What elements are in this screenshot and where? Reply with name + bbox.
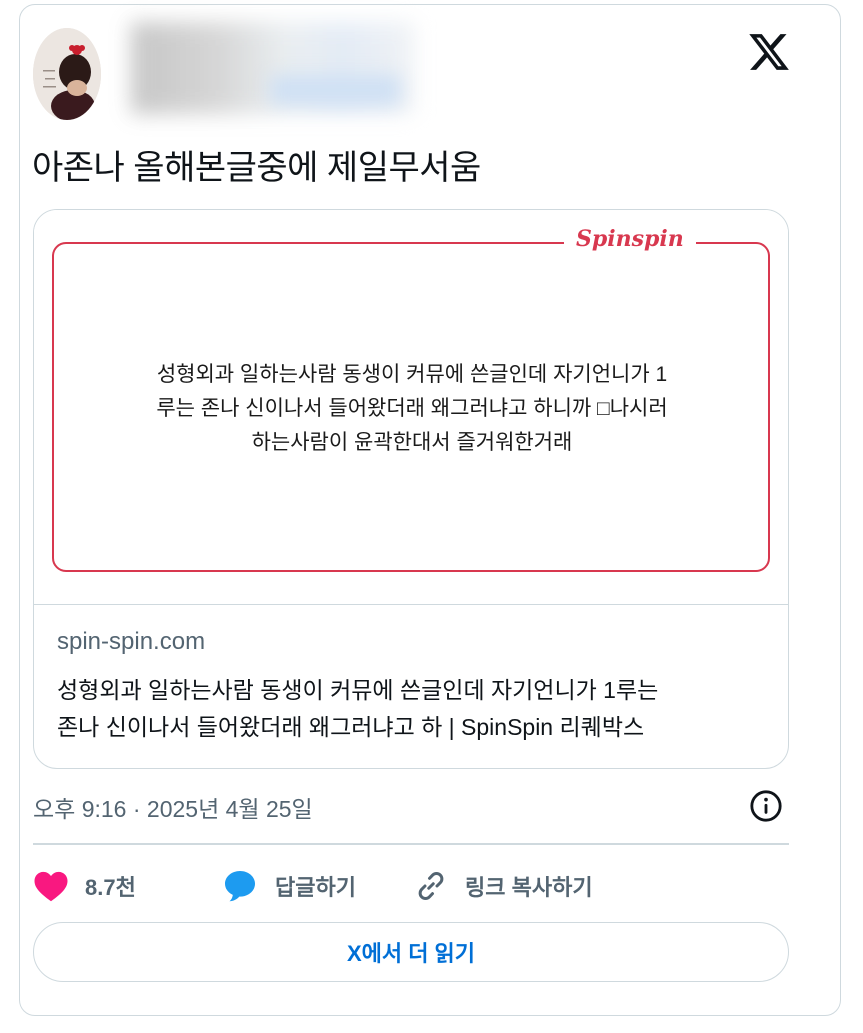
reply-label: 답글하기	[275, 875, 356, 900]
spinspin-logo: Spinspin	[564, 226, 696, 252]
preview-line: 하는사람이 윤곽한대서 즐거워한거래	[251, 431, 573, 454]
heart-icon	[34, 871, 68, 902]
link-preview-image: Spinspin 성형외과 일하는사람 동생이 커뮤에 쓴글인데 자기언니가 1…	[34, 210, 788, 605]
tweet-text: 아존나 올해본글중에 제일무서움	[32, 149, 481, 187]
link-icon	[418, 871, 444, 901]
copy-link-button[interactable]: 링크 복사하기	[413, 862, 593, 910]
action-bar: 8.7천 답글하기 링크 복사하기	[33, 862, 789, 910]
post-timestamp[interactable]: 오후 9:16 · 2025년 4월 25일	[33, 790, 313, 824]
link-domain: spin-spin.com	[57, 628, 206, 655]
divider	[33, 843, 789, 845]
link-title-line: 성형외과 일하는사람 동생이 커뮤에 쓴글인데 자기언니가 1루는	[57, 677, 659, 703]
link-title-line: 존나 신이나서 들어왔더래 왜그러냐고 하 | SpinSpin 리퀘박스	[57, 714, 645, 740]
avatar-image	[33, 28, 101, 120]
read-more-button[interactable]: X에서 더 읽기	[33, 922, 789, 982]
link-title: 성형외과 일하는사람 동생이 커뮤에 쓴글인데 자기언니가 1루는 존나 신이나…	[57, 672, 767, 746]
preview-text: 성형외과 일하는사람 동생이 커뮤에 쓴글인데 자기언니가 1 루는 존나 신이…	[84, 358, 740, 460]
speech-bubble-icon	[225, 871, 255, 902]
copy-link-label: 링크 복사하기	[465, 875, 593, 900]
author-handle-blurred	[270, 75, 400, 105]
info-icon[interactable]	[749, 789, 783, 823]
like-count: 8.7천	[85, 875, 136, 900]
like-button[interactable]: 8.7천	[33, 862, 136, 910]
link-preview-card[interactable]: Spinspin 성형외과 일하는사람 동생이 커뮤에 쓴글인데 자기언니가 1…	[33, 209, 789, 769]
preview-line: 성형외과 일하는사람 동생이 커뮤에 쓴글인데 자기언니가 1	[156, 363, 668, 386]
reply-button[interactable]: 답글하기	[221, 862, 356, 910]
x-logo-icon[interactable]	[747, 30, 791, 74]
avatar[interactable]	[33, 28, 101, 120]
preview-line: 루는 존나 신이나서 들어왔더래 왜그러냐고 하니까 □나시러	[156, 397, 668, 420]
link-meta: spin-spin.com 성형외과 일하는사람 동생이 커뮤에 쓴글인데 자기…	[57, 628, 767, 746]
